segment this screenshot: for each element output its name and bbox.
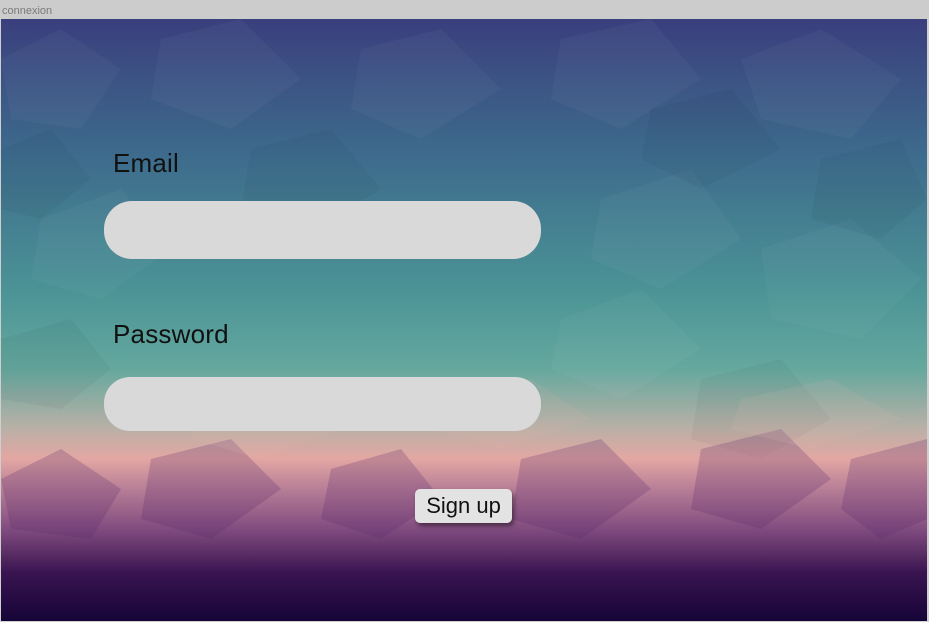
login-panel: Email Password Sign up bbox=[1, 19, 927, 621]
email-input[interactable] bbox=[104, 201, 541, 259]
email-label: Email bbox=[113, 148, 180, 178]
password-input[interactable] bbox=[104, 377, 541, 431]
sign-up-button[interactable]: Sign up bbox=[415, 489, 512, 523]
password-label: Password bbox=[113, 319, 229, 349]
window-title: connexion bbox=[0, 0, 929, 19]
